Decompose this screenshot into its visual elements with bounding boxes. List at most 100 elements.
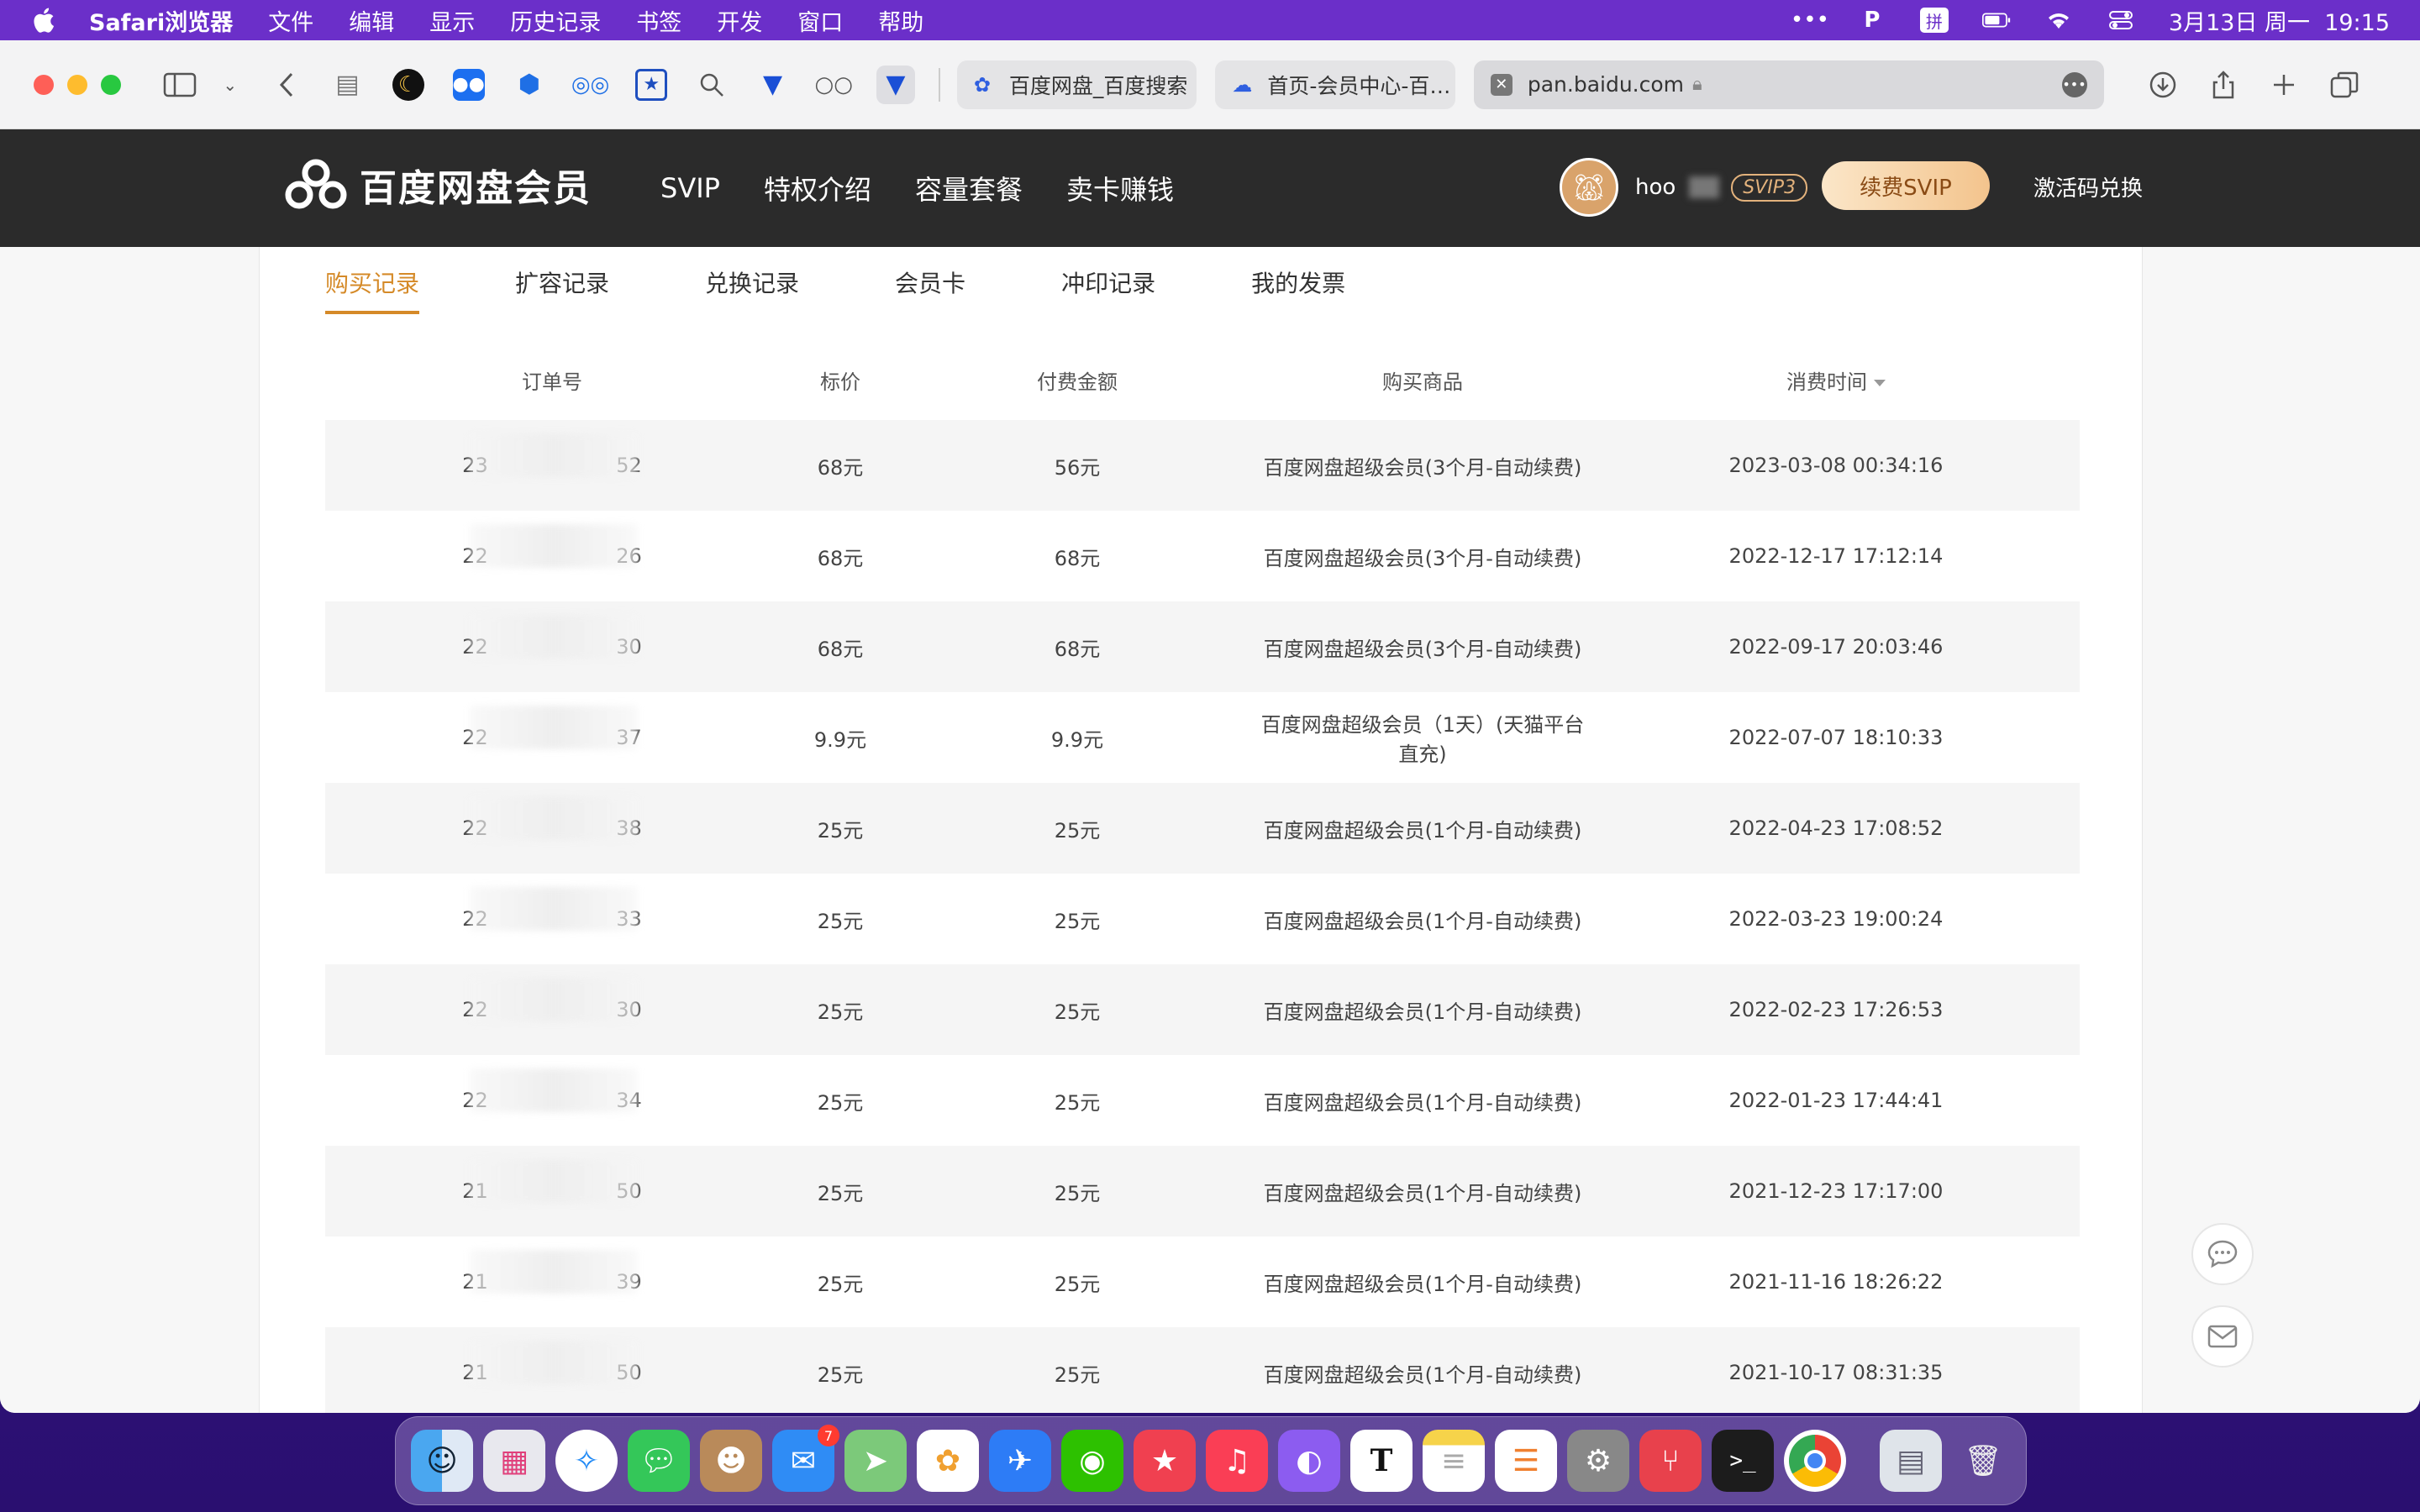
menu-history[interactable]: 历史记录 [510,4,601,37]
feishu-icon[interactable]: ✈ [989,1430,1051,1492]
share-icon[interactable] [2205,66,2242,104]
document-stack-icon[interactable]: ▤ [1880,1430,1942,1492]
extension-bookmark-icon[interactable]: ★ [633,66,670,104]
typora-icon[interactable]: T [1350,1430,1413,1492]
tab-member-center[interactable]: ☁ 首页-会员中心-百… [1215,60,1455,109]
reminders-icon[interactable]: ☰ [1495,1430,1557,1492]
contacts-icon[interactable]: ☻ [700,1430,762,1492]
nav-svip[interactable]: SVIP [660,172,720,204]
extension-moon-icon[interactable]: ☾ [390,66,427,104]
notes-icon[interactable]: ≡ [1423,1430,1485,1492]
chat-button[interactable] [2191,1223,2254,1285]
col-purchase-time[interactable]: 消费时间 [1592,365,2080,395]
extension-shield-icon[interactable]: ⬢ [511,66,548,104]
wechat-icon[interactable]: ◉ [1061,1430,1123,1492]
input-method-icon[interactable]: 拼 [1919,8,1949,33]
github-icon[interactable]: ◐ [1278,1430,1340,1492]
order-number: 23 52 [325,433,779,477]
settings-icon[interactable]: ⚙ [1567,1430,1629,1492]
extension-diamond-active-icon[interactable]: ▼ [876,65,915,104]
tab-print-records[interactable]: 冲印记录 [1061,265,1155,314]
tab-member-card[interactable]: 会员卡 [895,265,965,314]
activation-code-link[interactable]: 激活码兑换 [2033,171,2143,202]
minimize-window-button[interactable] [67,74,87,95]
safari-icon[interactable]: ✧ [555,1430,618,1492]
page-menu-icon[interactable]: ••• [2061,71,2087,97]
sort-down-icon[interactable] [1874,379,1886,386]
list-price: 25元 [817,909,864,933]
address-url[interactable]: pan.baidu.com [1528,72,1684,97]
tab-overview-icon[interactable] [2326,66,2363,104]
purchase-time: 2022-01-23 17:44:41 [1728,1089,1944,1112]
feedback-button[interactable] [2191,1305,2254,1368]
menu-view[interactable]: 显示 [429,4,475,37]
address-bar[interactable]: ✕ pan.baidu.com 🔒︎ ••• [1473,60,2104,109]
col-list-price: 标价 [820,370,860,394]
menubar-datetime[interactable]: 3月13日 周一 19:15 [2169,4,2390,37]
mail-icon[interactable]: ✉ 7 [772,1425,839,1492]
chevron-down-icon[interactable]: ⌄ [222,66,238,104]
nav-storage-plans[interactable]: 容量套餐 [915,169,1023,207]
back-icon[interactable] [268,66,305,104]
tab-expansion-records[interactable]: 扩容记录 [515,265,609,314]
photos-icon[interactable]: ✿ [917,1430,979,1492]
battery-icon[interactable] [1981,8,2011,33]
finder-icon[interactable]: ☺ [411,1430,473,1492]
tab-exchange-records[interactable]: 兑换记录 [705,265,799,314]
close-tab-icon[interactable]: ✕ [1490,73,1512,96]
apple-icon[interactable] [30,6,55,34]
order-number: 22 30 [325,978,779,1021]
purchase-time: 2022-07-07 18:10:33 [1728,726,1944,749]
reading-list-icon[interactable]: ○○ [815,66,853,104]
terminal-icon[interactable]: >_ [1712,1430,1774,1492]
xmind-icon[interactable]: ⑂ [1639,1430,1702,1492]
sidebar-toggle-icon[interactable] [161,66,198,104]
launchpad-icon[interactable]: ▦ [483,1430,545,1492]
extension-blue-icon[interactable]: ●● [450,66,487,104]
bookmark-icon[interactable]: ★ [1134,1430,1196,1492]
tab-my-invoices[interactable]: 我的发票 [1251,265,1345,314]
music-icon[interactable]: ♫ [1206,1430,1268,1492]
more-icon[interactable]: ••• [1791,8,1829,33]
nav-sell-cards[interactable]: 卖卡赚钱 [1066,169,1174,207]
zoom-window-button[interactable] [101,74,121,95]
menu-bookmarks[interactable]: 书签 [636,4,681,37]
close-window-button[interactable] [34,74,54,95]
redaction-blur [470,887,638,931]
nav-privileges[interactable]: 特权介绍 [764,169,871,207]
downloads-icon[interactable] [2144,66,2181,104]
p-app-icon[interactable]: P [1858,8,1886,33]
site-logo[interactable]: 百度网盘会员 [284,158,592,212]
menu-edit[interactable]: 编辑 [349,4,394,37]
tab-purchase-records[interactable]: 购买记录 [325,265,420,314]
control-center-icon[interactable] [2107,8,2135,33]
username[interactable]: hoo [1635,175,1676,200]
extension-diamond-icon[interactable]: ▼ [754,66,791,104]
menu-app-name[interactable]: Safari浏览器 [89,4,233,37]
trash-icon[interactable]: 🗑︎ [1952,1430,2014,1492]
paid-amount: 56元 [1054,455,1101,480]
messages-icon[interactable]: 💬︎ [628,1430,690,1492]
menu-window[interactable]: 窗口 [797,4,843,37]
extension-reader-icon[interactable]: ▤ [329,66,366,104]
user-info[interactable]: 🐹︎ hoo SVIP3 [1560,158,1808,217]
renew-svip-button[interactable]: 续费SVIP [1822,161,1990,210]
table-row: 22 34 25元 25元 百度网盘超级会员(1个月-自动续费) 2022-01-23 … [325,1055,2080,1146]
maps-icon[interactable]: ➤ [844,1430,907,1492]
table-row: 22 38 25元 25元 百度网盘超级会员(1个月-自动续费) 2022-04-23 … [325,783,2080,874]
username-blur [1689,176,1720,198]
chrome-icon[interactable] [1784,1430,1846,1492]
menu-develop[interactable]: 开发 [717,4,762,37]
lock-icon: 🔒︎ [1692,74,1702,95]
wifi-icon[interactable] [2044,8,2073,33]
redaction-blur [470,524,638,568]
menu-help[interactable]: 帮助 [878,4,923,37]
extension-glasses-icon[interactable]: ◎◎ [571,66,609,104]
tab-baidu-search[interactable]: ✿ 百度网盘_百度搜索 [956,60,1197,109]
col-purchase-time-label: 消费时间 [1786,370,1867,394]
new-tab-icon[interactable] [2265,66,2302,104]
redaction-blur [470,796,638,840]
avatar[interactable]: 🐹︎ [1560,158,1618,217]
menu-file[interactable]: 文件 [268,4,313,37]
search-icon[interactable] [693,66,730,104]
